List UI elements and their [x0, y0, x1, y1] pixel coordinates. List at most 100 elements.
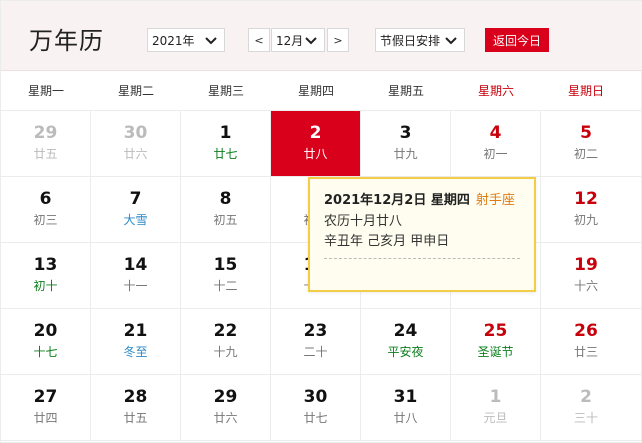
day-cell[interactable]: 31 廿八: [361, 375, 451, 440]
day-number: 5: [580, 123, 592, 143]
day-number: 21: [123, 321, 148, 341]
day-number: 22: [213, 321, 238, 341]
calendar-header: 万年历 2021年 < 12月 > 节假日安排 返回今日: [1, 1, 642, 71]
day-number: 13: [33, 255, 58, 275]
day-detail-popup: 2021年12月2日 星期四 射手座 农历十月廿八 辛丑年 己亥月 甲申日: [308, 177, 536, 292]
lunar-date: 廿五: [123, 411, 148, 425]
calendar-title: 万年历: [29, 27, 104, 55]
year-select-value: 2021年: [152, 33, 195, 48]
day-cell[interactable]: 4 初一: [451, 111, 541, 176]
day-number: 1: [219, 123, 232, 143]
back-to-today-button[interactable]: 返回今日: [485, 28, 549, 52]
day-cell[interactable]: 8 初五: [181, 177, 271, 242]
lunar-date: 大雪: [123, 213, 148, 227]
day-number: 31: [393, 387, 418, 407]
popup-ganzhi: 辛丑年 己亥月 甲申日: [324, 234, 450, 249]
holiday-select[interactable]: 节假日安排: [375, 28, 465, 52]
lunar-date: 初十: [33, 279, 58, 293]
day-cell[interactable]: 24 平安夜: [361, 309, 451, 374]
weekday-label: 星期二: [117, 84, 154, 98]
day-cell[interactable]: 1 元旦: [451, 375, 541, 440]
popup-lunar-date: 农历十月廿八: [324, 214, 403, 229]
day-cell[interactable]: 21 冬至: [91, 309, 181, 374]
day-number: 25: [483, 321, 508, 341]
day-cell[interactable]: 30 廿六: [91, 111, 181, 176]
lunar-date: 廿七: [303, 411, 328, 425]
lunar-date: 初三: [33, 213, 58, 227]
day-cell[interactable]: 28 廿五: [91, 375, 181, 440]
prev-month-button[interactable]: <: [248, 28, 270, 52]
lunar-date: 十一: [123, 279, 148, 293]
weekday-label: 星期五: [387, 84, 424, 98]
day-number: 7: [129, 189, 142, 209]
day-cell[interactable]: 25 圣诞节: [451, 309, 541, 374]
day-cell[interactable]: 23 二十: [271, 309, 361, 374]
weekday-label: 星期日: [567, 84, 604, 98]
day-number: 2: [309, 123, 322, 143]
day-cell[interactable]: 7 大雪: [91, 177, 181, 242]
lunar-date: 十六: [573, 279, 598, 293]
day-number: 27: [33, 387, 58, 407]
day-number: 30: [303, 387, 328, 407]
holiday-select-value: 节假日安排: [380, 33, 441, 48]
day-number: 12: [574, 189, 598, 209]
popup-date-line: 2021年12月2日 星期四 射手座: [324, 191, 520, 210]
lunar-date: 冬至: [123, 345, 148, 359]
day-number: 8: [219, 189, 232, 209]
lunar-date: 十二: [213, 279, 238, 293]
lunar-date: 廿八: [303, 147, 328, 161]
next-month-button[interactable]: >: [327, 28, 349, 52]
day-cell[interactable]: 20 十七: [1, 309, 91, 374]
day-number: 2: [580, 387, 592, 407]
popup-date: 2021年12月2日 星期四: [324, 193, 470, 208]
day-cell[interactable]: 2 三十: [541, 375, 631, 440]
week-row: 29 廿五 30 廿六 1 廿七 2 廿八 3 廿九 4 初一 5 初二: [1, 111, 642, 177]
month-select[interactable]: 12月: [271, 28, 325, 52]
day-number: 24: [393, 321, 418, 341]
day-cell-selected[interactable]: 2 廿八: [271, 111, 361, 176]
day-cell[interactable]: 30 廿七: [271, 375, 361, 440]
day-number: 29: [33, 123, 58, 143]
chevron-down-icon: [204, 33, 218, 47]
lunar-date: 元旦: [483, 411, 508, 425]
day-number: 30: [123, 123, 148, 143]
day-cell[interactable]: 1 廿七: [181, 111, 271, 176]
day-cell[interactable]: 27 廿四: [1, 375, 91, 440]
day-cell[interactable]: 3 廿九: [361, 111, 451, 176]
popup-zodiac: 射手座: [475, 193, 515, 208]
day-number: 23: [303, 321, 328, 341]
day-cell[interactable]: 12 初九: [541, 177, 631, 242]
lunar-date: 初九: [573, 213, 598, 227]
weekday-label: 星期一: [27, 84, 64, 98]
calendar-widget: 万年历 2021年 < 12月 > 节假日安排 返回今日 星期一 星期二 星期三…: [0, 0, 642, 443]
lunar-date: 十七: [33, 345, 58, 359]
day-cell[interactable]: 14 十一: [91, 243, 181, 308]
day-number: 15: [213, 255, 238, 275]
day-cell[interactable]: 26 廿三: [541, 309, 631, 374]
lunar-date: 廿四: [33, 411, 58, 425]
lunar-date: 廿八: [393, 411, 418, 425]
lunar-date: 初一: [483, 147, 508, 161]
day-number: 28: [123, 387, 148, 407]
day-number: 19: [574, 255, 598, 275]
day-number: 20: [33, 321, 58, 341]
day-number: 29: [213, 387, 238, 407]
day-cell[interactable]: 22 十九: [181, 309, 271, 374]
weekday-label: 星期三: [207, 84, 244, 98]
day-cell[interactable]: 5 初二: [541, 111, 631, 176]
day-cell[interactable]: 6 初三: [1, 177, 91, 242]
lunar-date: 十九: [213, 345, 238, 359]
day-cell[interactable]: 29 廿五: [1, 111, 91, 176]
lunar-date: 廿五: [33, 147, 58, 161]
month-select-value: 12月: [276, 33, 304, 48]
day-number: 14: [123, 255, 148, 275]
day-cell[interactable]: 19 十六: [541, 243, 631, 308]
day-number: 1: [489, 387, 502, 407]
day-cell[interactable]: 29 廿六: [181, 375, 271, 440]
day-cell[interactable]: 13 初十: [1, 243, 91, 308]
lunar-date: 廿六: [213, 411, 238, 425]
popup-divider: [324, 258, 520, 259]
week-row: 20 十七 21 冬至 22 十九 23 二十 24 平安夜 25 圣诞节 26 廿三: [1, 309, 642, 375]
year-select[interactable]: 2021年: [147, 28, 225, 52]
day-cell[interactable]: 15 十二: [181, 243, 271, 308]
